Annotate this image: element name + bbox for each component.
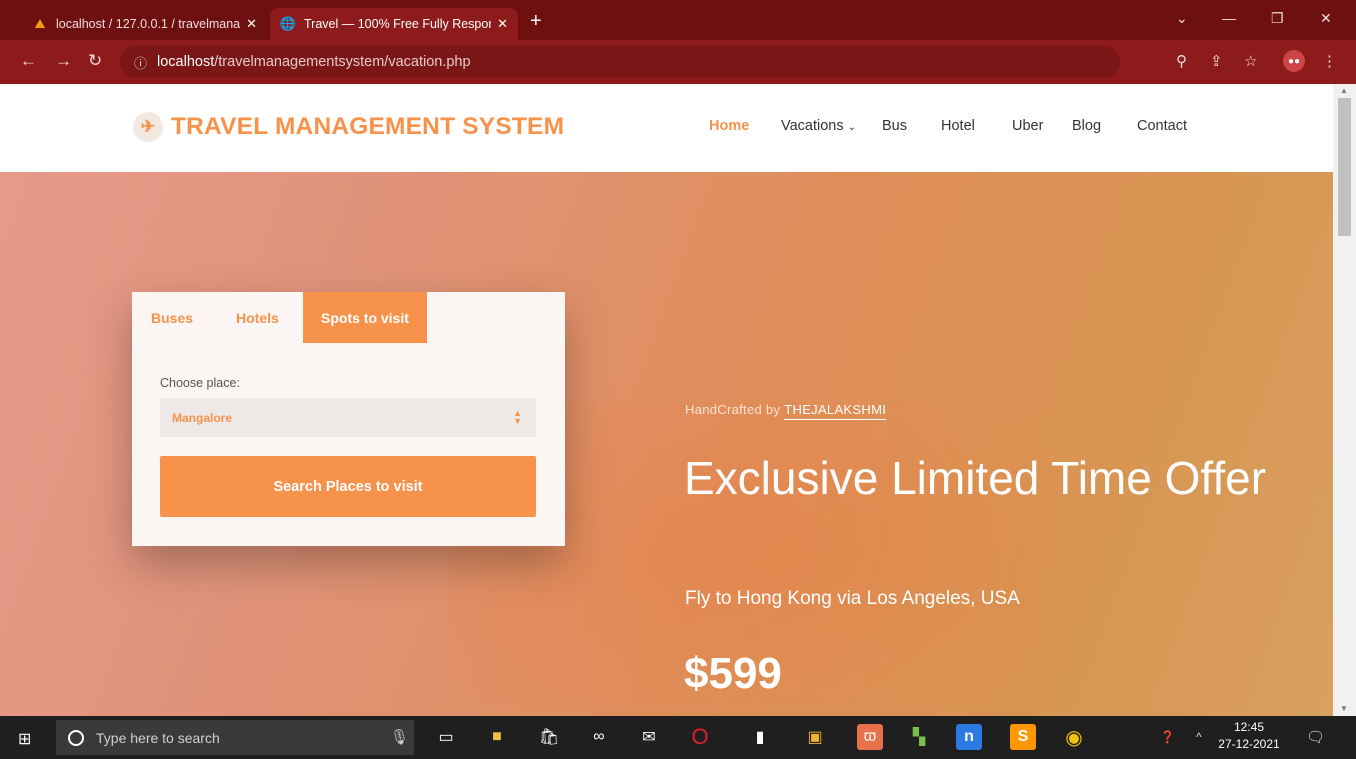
search-places-button[interactable]: Search Places to visit xyxy=(160,456,536,517)
url-host: localhost xyxy=(157,54,215,70)
cortana-icon xyxy=(68,729,84,746)
system-clock[interactable]: 12:45 27-12-2021 xyxy=(1218,719,1280,753)
reload-button[interactable]: ↻ xyxy=(88,51,102,71)
phpmyadmin-icon: ⛰ xyxy=(34,16,46,31)
tab-search-icon[interactable]: ⌄ xyxy=(1176,10,1188,27)
nav-blog[interactable]: Blog xyxy=(1072,118,1101,134)
task-view-icon[interactable]: ▭ xyxy=(433,724,459,750)
profile-avatar[interactable]: ●● xyxy=(1283,50,1305,72)
file-explorer-icon[interactable]: ■ xyxy=(484,724,510,750)
place-select-value: Mangalore xyxy=(172,410,233,425)
hero-headline: Exclusive Limited Time Offer xyxy=(684,452,1267,504)
taskbar-search[interactable]: Type here to search xyxy=(56,720,414,755)
hero-section: Buses Hotels Spots to visit Choose place… xyxy=(0,172,1333,716)
windows-start-icon[interactable]: ⊞ xyxy=(18,729,31,749)
chevron-down-icon: ⌄ xyxy=(847,122,857,133)
tab-title: localhost / 127.0.0.1 / travelmana xyxy=(56,17,241,31)
hero-price: $599 xyxy=(684,649,782,698)
help-icon[interactable]: ❓ xyxy=(1160,730,1175,744)
share-icon[interactable]: ⇪ xyxy=(1210,52,1223,70)
close-tab-icon[interactable]: ✕ xyxy=(497,16,508,32)
new-tab-button[interactable]: + xyxy=(530,10,542,33)
handcrafted-line: HandCrafted by THEJALAKSHMI xyxy=(685,402,887,420)
scrollbar-thumb[interactable] xyxy=(1338,98,1351,236)
tab-buses[interactable]: Buses xyxy=(151,292,193,343)
select-caret-icon: ▲ ▼ xyxy=(513,408,522,426)
menu-kebab-icon[interactable]: ⋮ xyxy=(1322,52,1337,70)
search-card: Buses Hotels Spots to visit Choose place… xyxy=(132,292,565,546)
windows-taskbar: ⊞ Type here to search 🎙 ▭ ■ 🛍 ∞ ✉ O ▮ ▣ … xyxy=(0,716,1356,759)
browser-tab-travel[interactable]: 🌐 Travel — 100% Free Fully Respon ✕ xyxy=(270,8,518,40)
globe-icon: 🌐 xyxy=(279,16,297,31)
handcrafted-prefix: HandCrafted by xyxy=(685,402,781,417)
clock-date: 27-12-2021 xyxy=(1218,737,1280,751)
nav-contact[interactable]: Contact xyxy=(1137,118,1187,134)
nav-uber[interactable]: Uber xyxy=(1012,118,1043,134)
place-select[interactable]: Mangalore ▲ ▼ xyxy=(160,398,536,437)
clock-time: 12:45 xyxy=(1233,720,1265,734)
info-icon[interactable]: ⓘ xyxy=(134,53,147,72)
hero-subline: Fly to Hong Kong via Los Angeles, USA xyxy=(685,588,1020,609)
url-path: /travelmanagementsystem/vacation.php xyxy=(214,54,471,70)
site-header: ✈ TRAVEL MANAGEMENT SYSTEM Home Vacation… xyxy=(0,84,1333,172)
opera-icon[interactable]: O xyxy=(687,724,713,750)
scroll-down-icon[interactable]: ▼ xyxy=(1340,704,1348,713)
close-tab-icon[interactable]: ✕ xyxy=(246,16,257,32)
place-label: Choose place: xyxy=(160,376,240,390)
scroll-up-icon[interactable]: ▲ xyxy=(1340,86,1348,95)
store-icon[interactable]: 🛍 xyxy=(536,724,562,750)
tab-spots-to-visit[interactable]: Spots to visit xyxy=(303,292,427,343)
microphone-icon[interactable]: 🎙 xyxy=(390,728,409,746)
taskbar-search-placeholder: Type here to search xyxy=(96,729,220,746)
restore-button[interactable]: ❐ xyxy=(1271,10,1284,27)
tab-hotels[interactable]: Hotels xyxy=(236,292,279,343)
logo-text: TRAVEL MANAGEMENT SYSTEM xyxy=(171,113,565,140)
author-link[interactable]: THEJALAKSHMI xyxy=(784,402,887,420)
notification-icon[interactable]: 🗨 xyxy=(1306,728,1325,746)
page-scrollbar[interactable]: ▲ ▼ xyxy=(1333,84,1356,716)
notepad-icon[interactable]: ▮ xyxy=(747,724,773,750)
n-app-icon[interactable]: n xyxy=(956,724,982,750)
browser-tab-bar: ⛰ localhost / 127.0.0.1 / travelmana ✕ 🌐… xyxy=(0,0,1356,40)
xampp-control-icon[interactable]: ϖ xyxy=(857,724,883,750)
app-grid-icon[interactable]: ▚ xyxy=(906,724,932,750)
sublime-text-icon[interactable]: S xyxy=(1010,724,1036,750)
back-button[interactable]: ← xyxy=(20,51,37,71)
web-page: ✈ TRAVEL MANAGEMENT SYSTEM Home Vacation… xyxy=(0,84,1333,716)
nav-hotel[interactable]: Hotel xyxy=(941,118,975,134)
nav-bus[interactable]: Bus xyxy=(882,118,907,134)
xampp-icon[interactable]: ▣ xyxy=(802,724,828,750)
site-logo[interactable]: ✈ TRAVEL MANAGEMENT SYSTEM xyxy=(133,112,564,142)
address-bar[interactable]: ⓘ localhost/travelmanagementsystem/vacat… xyxy=(120,46,1120,78)
zoom-icon[interactable]: ⚲ xyxy=(1176,52,1187,70)
nav-vacations-label: Vacations xyxy=(781,118,844,134)
nav-vacations[interactable]: Vacations ⌄ xyxy=(781,118,856,134)
minimize-button[interactable]: — xyxy=(1222,10,1236,26)
mail-icon[interactable]: ✉ xyxy=(636,724,662,750)
close-window-button[interactable]: ✕ xyxy=(1320,10,1332,27)
nav-home[interactable]: Home xyxy=(709,118,749,134)
chrome-icon[interactable]: ◉ xyxy=(1061,724,1087,750)
browser-tab-phpmyadmin[interactable]: ⛰ localhost / 127.0.0.1 / travelmana ✕ xyxy=(22,8,267,40)
tab-title: Travel — 100% Free Fully Respon xyxy=(304,17,492,31)
plane-icon: ✈ xyxy=(133,112,163,142)
bookmark-star-icon[interactable]: ☆ xyxy=(1244,52,1257,70)
forward-button[interactable]: → xyxy=(55,51,72,71)
tray-chevron-icon[interactable]: ^ xyxy=(1196,730,1202,744)
infinity-app-icon[interactable]: ∞ xyxy=(586,724,612,750)
